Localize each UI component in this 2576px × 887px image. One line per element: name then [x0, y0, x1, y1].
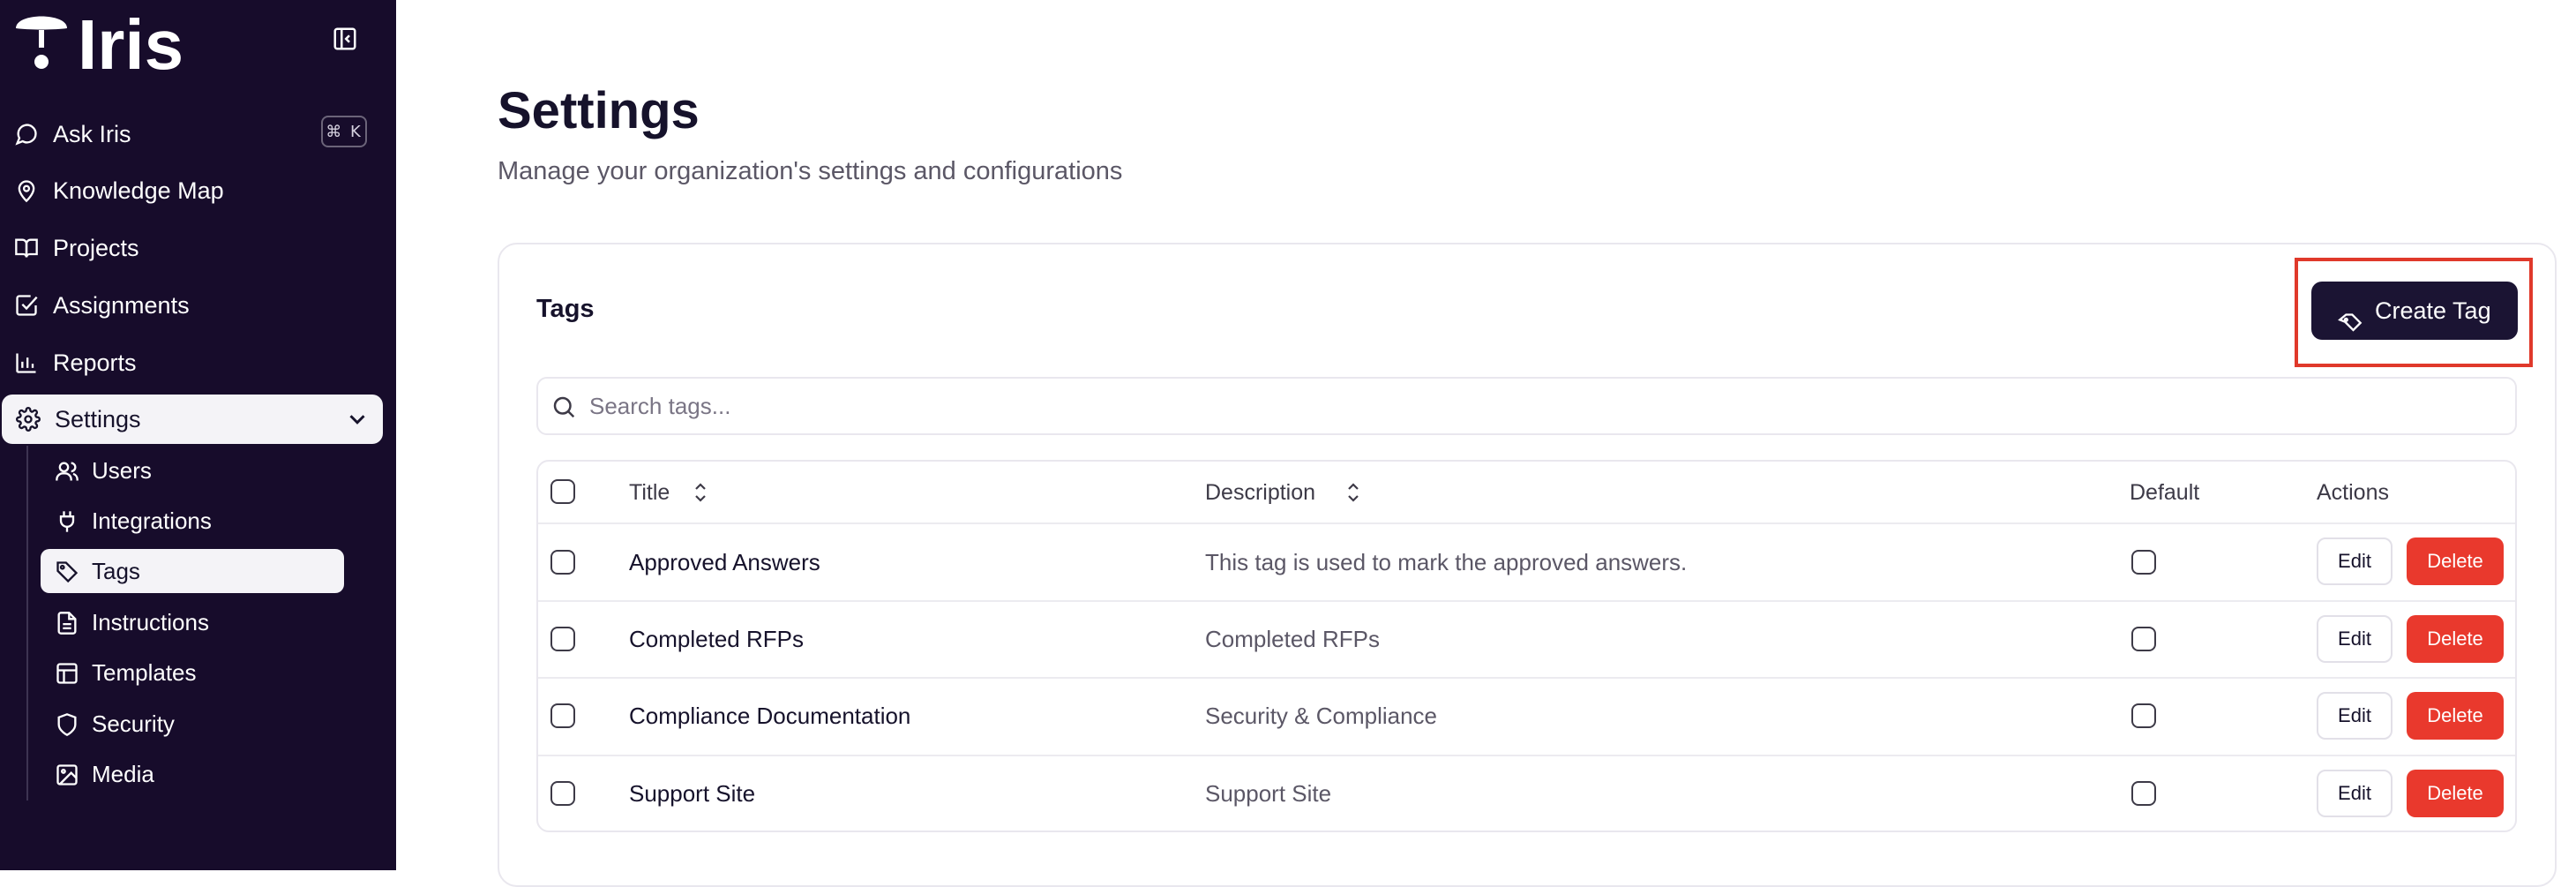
- cell-description: Completed RFPs: [1205, 626, 1380, 652]
- chevron-down-icon[interactable]: [344, 406, 371, 432]
- layout-icon: [55, 661, 79, 686]
- sidebar-item-label: Reports: [53, 350, 137, 376]
- column-header-default: Default: [2130, 480, 2200, 505]
- delete-button[interactable]: Delete: [2407, 692, 2504, 740]
- column-header-actions: Actions: [2317, 480, 2389, 505]
- sidebar-item-label: Users: [92, 457, 152, 484]
- image-icon: [55, 763, 79, 787]
- card-title: Tags: [536, 295, 595, 323]
- sidebar-item-tags[interactable]: Tags: [41, 549, 344, 593]
- cell-description: Security & Compliance: [1205, 703, 1437, 729]
- delete-button[interactable]: Delete: [2407, 770, 2504, 817]
- tags-table: [536, 460, 2517, 832]
- shortcut-badge: ⌘ K: [321, 116, 367, 147]
- sidebar-item-label: Knowledge Map: [53, 177, 224, 204]
- row-divider: [538, 755, 2515, 756]
- sidebar-item-media[interactable]: Media: [41, 752, 344, 796]
- row-checkbox[interactable]: [550, 781, 575, 806]
- sidebar-item-label: Settings: [55, 406, 141, 432]
- create-tag-button[interactable]: Create Tag: [2311, 282, 2518, 340]
- edit-button[interactable]: Edit: [2317, 692, 2393, 740]
- select-all-checkbox[interactable]: [550, 479, 575, 504]
- cell-description: Support Site: [1205, 780, 1332, 807]
- gear-icon: [16, 407, 41, 432]
- edit-button[interactable]: Edit: [2317, 770, 2393, 817]
- row-divider: [538, 522, 2515, 524]
- sidebar-item-integrations[interactable]: Integrations: [41, 499, 344, 543]
- sidebar: Iris Ask Iris ⌘ K Knowledge Map Projects…: [0, 0, 396, 870]
- message-circle-icon: [14, 122, 39, 147]
- iris-logo[interactable]: Iris: [14, 5, 208, 76]
- checkbox-icon: [14, 293, 39, 318]
- default-checkbox[interactable]: [2131, 550, 2156, 575]
- row-divider: [538, 677, 2515, 679]
- cell-title: Completed RFPs: [629, 626, 804, 652]
- cell-description: This tag is used to mark the approved an…: [1205, 549, 1688, 575]
- row-checkbox[interactable]: [550, 550, 575, 575]
- row-checkbox[interactable]: [550, 703, 575, 728]
- edit-button[interactable]: Edit: [2317, 615, 2393, 663]
- column-header-title[interactable]: Title: [629, 479, 670, 506]
- sidebar-item-knowledge-map[interactable]: Knowledge Map: [0, 166, 383, 215]
- page-subtitle: Manage your organization's settings and …: [498, 157, 1123, 185]
- file-text-icon: [55, 611, 79, 635]
- bar-chart-icon: [14, 350, 39, 375]
- sort-icon[interactable]: [1343, 479, 1364, 506]
- sidebar-item-label: Assignments: [53, 292, 190, 319]
- column-header-description[interactable]: Description: [1205, 479, 1315, 506]
- tag-icon: [55, 560, 79, 584]
- users-icon: [55, 459, 79, 484]
- sidebar-item-label: Instructions: [92, 609, 209, 635]
- sidebar-item-instructions[interactable]: Instructions: [41, 600, 344, 644]
- search-input[interactable]: Search tags...: [536, 377, 2517, 435]
- default-checkbox[interactable]: [2131, 703, 2156, 728]
- sidebar-item-security[interactable]: Security: [41, 702, 344, 746]
- sidebar-item-label: Templates: [92, 659, 197, 686]
- default-checkbox[interactable]: [2131, 781, 2156, 806]
- sidebar-item-templates[interactable]: Templates: [41, 650, 344, 695]
- create-tag-label: Create Tag: [2375, 297, 2491, 324]
- sidebar-item-label: Tags: [92, 558, 140, 584]
- logo-wordmark: Iris: [78, 5, 183, 76]
- edit-button[interactable]: Edit: [2317, 537, 2393, 585]
- cell-title: Compliance Documentation: [629, 703, 911, 729]
- shield-icon: [55, 712, 79, 737]
- sidebar-item-label: Projects: [53, 235, 139, 261]
- book-open-icon: [14, 236, 39, 260]
- delete-button[interactable]: Delete: [2407, 615, 2504, 663]
- sidebar-item-label: Ask Iris: [53, 121, 131, 147]
- cell-title: Support Site: [629, 780, 756, 807]
- plug-icon: [55, 509, 79, 534]
- sidebar-item-label: Integrations: [92, 507, 212, 534]
- sidebar-item-assignments[interactable]: Assignments: [0, 281, 383, 330]
- sidebar-item-settings[interactable]: Settings: [2, 395, 383, 444]
- cell-title: Approved Answers: [629, 549, 820, 575]
- row-checkbox[interactable]: [550, 627, 575, 651]
- default-checkbox[interactable]: [2131, 627, 2156, 651]
- tags-icon: [2338, 299, 2363, 332]
- map-pin-icon: [14, 178, 39, 203]
- sidebar-item-users[interactable]: Users: [41, 448, 344, 492]
- search-placeholder: Search tags...: [589, 393, 731, 419]
- sidebar-item-projects[interactable]: Projects: [0, 223, 383, 273]
- search-icon: [550, 394, 577, 420]
- sidebar-item-label: Security: [92, 710, 175, 737]
- row-divider: [538, 600, 2515, 602]
- sidebar-item-reports[interactable]: Reports: [0, 338, 383, 387]
- collapse-sidebar-icon[interactable]: [332, 26, 358, 52]
- delete-button[interactable]: Delete: [2407, 537, 2504, 585]
- submenu-rail: [26, 446, 28, 801]
- sort-icon[interactable]: [690, 479, 711, 506]
- sidebar-item-label: Media: [92, 761, 154, 787]
- page-title: Settings: [498, 82, 700, 139]
